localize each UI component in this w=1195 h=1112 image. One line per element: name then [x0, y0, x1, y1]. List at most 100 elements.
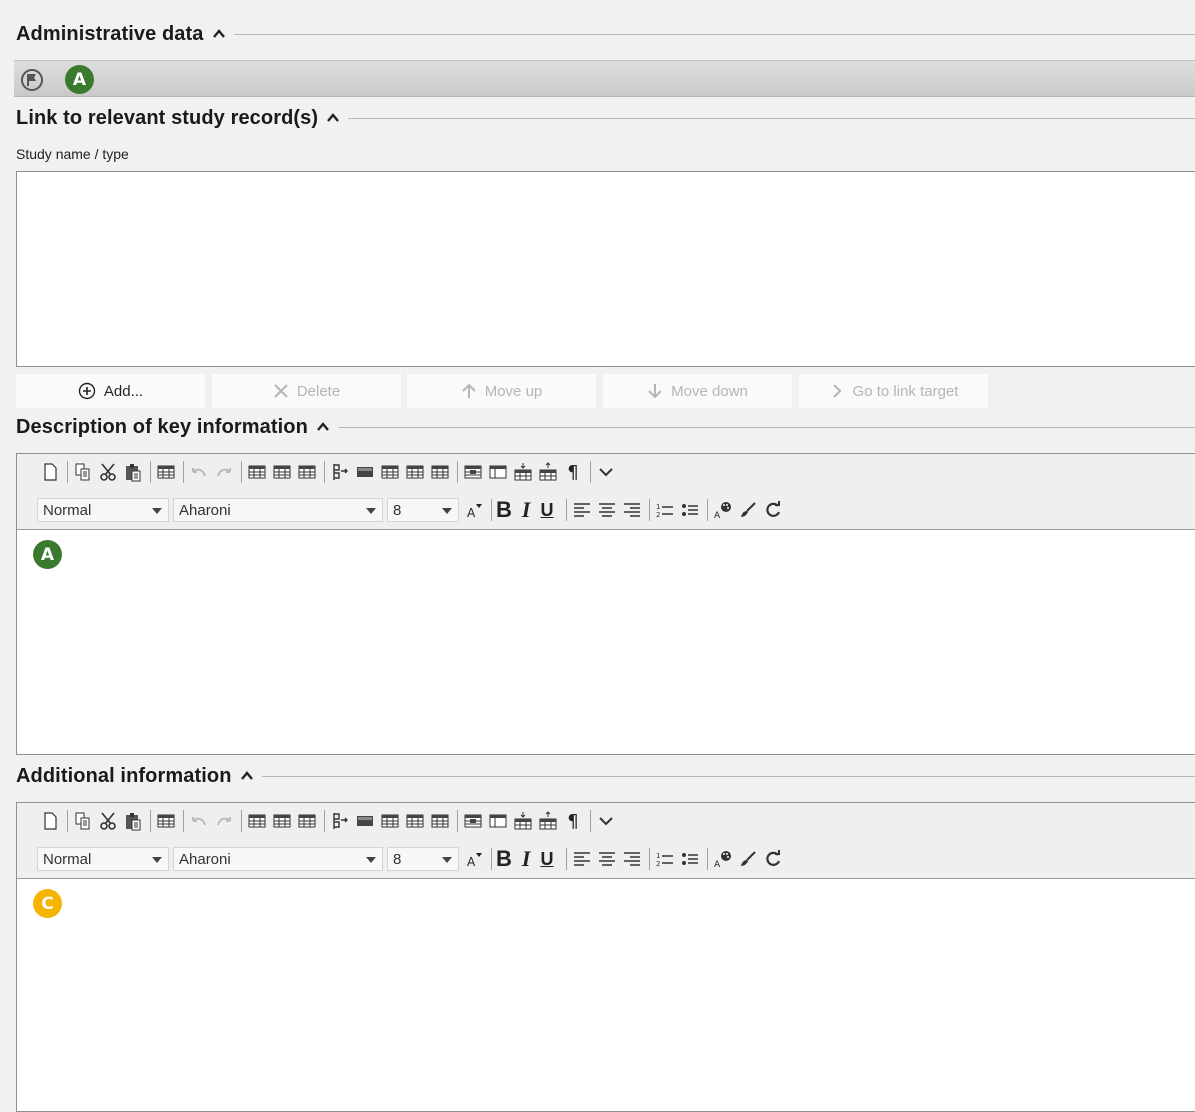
paste-icon[interactable]	[122, 810, 144, 832]
insert-row-below-icon[interactable]	[537, 810, 559, 832]
copy-icon[interactable]	[72, 810, 94, 832]
move-up-button-label: Move up	[484, 382, 543, 400]
clear-format-icon[interactable]	[737, 499, 759, 521]
table-delete-icon[interactable]	[429, 810, 451, 832]
move-down-button[interactable]: Move down	[603, 374, 792, 408]
cut-icon[interactable]	[97, 810, 119, 832]
chevron-right-icon	[832, 384, 841, 398]
collapse-caret-icon[interactable]	[212, 27, 226, 41]
bullet-list-icon[interactable]	[679, 848, 701, 870]
paragraph-style-select[interactable]: Normal	[37, 847, 169, 871]
font-size-value: 8	[393, 850, 402, 868]
description-text-area[interactable]: A	[17, 530, 1195, 754]
row-icon[interactable]	[354, 810, 376, 832]
cut-icon[interactable]	[97, 461, 119, 483]
refresh-icon[interactable]	[762, 499, 784, 521]
new-document-icon[interactable]	[39, 810, 61, 832]
flag-icon[interactable]	[20, 68, 44, 92]
section-divider	[337, 426, 1195, 428]
align-center-icon[interactable]	[596, 499, 618, 521]
pilcrow-icon[interactable]: ¶	[562, 810, 584, 832]
text-color-icon[interactable]: A	[712, 848, 734, 870]
bold-icon[interactable]: B	[496, 846, 512, 872]
insert-row-above-icon[interactable]	[512, 810, 534, 832]
copy-icon[interactable]	[72, 461, 94, 483]
section-divider	[233, 33, 1195, 35]
go-to-link-button-label: Go to link target	[852, 382, 959, 400]
section-title: Link to relevant study record(s)	[16, 106, 319, 129]
study-records-list[interactable]	[16, 171, 1195, 367]
align-center-icon[interactable]	[596, 848, 618, 870]
move-up-button[interactable]: Move up	[407, 374, 596, 408]
bold-icon[interactable]: B	[496, 497, 512, 523]
row-icon[interactable]	[354, 461, 376, 483]
section-divider	[348, 117, 1195, 119]
underline-icon[interactable]: U	[540, 849, 553, 870]
font-size-icon[interactable]: A	[463, 848, 485, 870]
table-insert-icon[interactable]	[246, 461, 268, 483]
additional-text-area[interactable]: C	[17, 879, 1195, 1111]
numbered-list-icon[interactable]: 12	[654, 848, 676, 870]
align-left-icon[interactable]	[571, 848, 593, 870]
table-insert-icon[interactable]	[246, 810, 268, 832]
indent-table-icon[interactable]	[329, 810, 351, 832]
table-merge-icon[interactable]	[271, 810, 293, 832]
collapse-caret-icon[interactable]	[326, 111, 340, 125]
text-color-icon[interactable]: A	[712, 499, 734, 521]
font-family-select[interactable]: Aharoni	[173, 847, 383, 871]
refresh-icon[interactable]	[762, 848, 784, 870]
chevron-down-icon	[366, 508, 376, 514]
italic-icon[interactable]: I	[522, 846, 531, 872]
font-size-select[interactable]: 8	[387, 847, 459, 871]
add-button[interactable]: Add...	[16, 374, 205, 408]
pilcrow-icon[interactable]: ¶	[562, 461, 584, 483]
underline-icon[interactable]: U	[540, 500, 553, 521]
paste-icon[interactable]	[122, 461, 144, 483]
table-props-icon[interactable]	[487, 810, 509, 832]
insert-row-below-icon[interactable]	[537, 461, 559, 483]
table-col-icon[interactable]	[379, 461, 401, 483]
clear-format-icon[interactable]	[737, 848, 759, 870]
undo-icon[interactable]	[188, 810, 210, 832]
expand-toolbar-icon[interactable]	[595, 461, 617, 483]
insert-row-above-icon[interactable]	[512, 461, 534, 483]
table-col-icon[interactable]	[379, 810, 401, 832]
bullet-list-icon[interactable]	[679, 499, 701, 521]
table-split-icon[interactable]	[296, 810, 318, 832]
redo-icon[interactable]	[213, 810, 235, 832]
expand-toolbar-icon[interactable]	[595, 810, 617, 832]
font-size-select[interactable]: 8	[387, 498, 459, 522]
table-props-icon[interactable]	[487, 461, 509, 483]
italic-icon[interactable]: I	[522, 497, 531, 523]
numbered-list-icon[interactable]: 12	[654, 499, 676, 521]
section-title: Additional information	[16, 764, 232, 787]
collapse-caret-icon[interactable]	[240, 769, 254, 783]
table-split-icon[interactable]	[296, 461, 318, 483]
table-merge-icon[interactable]	[271, 461, 293, 483]
go-to-link-button[interactable]: Go to link target	[799, 374, 988, 408]
font-size-icon[interactable]: A	[463, 499, 485, 521]
table-icon[interactable]	[155, 810, 177, 832]
section-title: Administrative data	[16, 22, 204, 45]
new-document-icon[interactable]	[39, 461, 61, 483]
table-row-icon[interactable]	[404, 461, 426, 483]
align-right-icon[interactable]	[621, 499, 643, 521]
align-left-icon[interactable]	[571, 499, 593, 521]
cell-props-icon[interactable]	[462, 461, 484, 483]
collapse-caret-icon[interactable]	[316, 420, 330, 434]
redo-icon[interactable]	[213, 461, 235, 483]
cell-props-icon[interactable]	[462, 810, 484, 832]
font-family-value: Aharoni	[179, 501, 231, 519]
paragraph-style-select[interactable]: Normal	[37, 498, 169, 522]
align-right-icon[interactable]	[621, 848, 643, 870]
undo-icon[interactable]	[188, 461, 210, 483]
delete-button[interactable]: Delete	[212, 374, 401, 408]
table-delete-icon[interactable]	[429, 461, 451, 483]
font-size-value: 8	[393, 501, 402, 519]
table-row-icon[interactable]	[404, 810, 426, 832]
font-family-select[interactable]: Aharoni	[173, 498, 383, 522]
indent-table-icon[interactable]	[329, 461, 351, 483]
table-icon[interactable]	[155, 461, 177, 483]
font-family-value: Aharoni	[179, 850, 231, 868]
add-circle-icon	[78, 382, 96, 400]
